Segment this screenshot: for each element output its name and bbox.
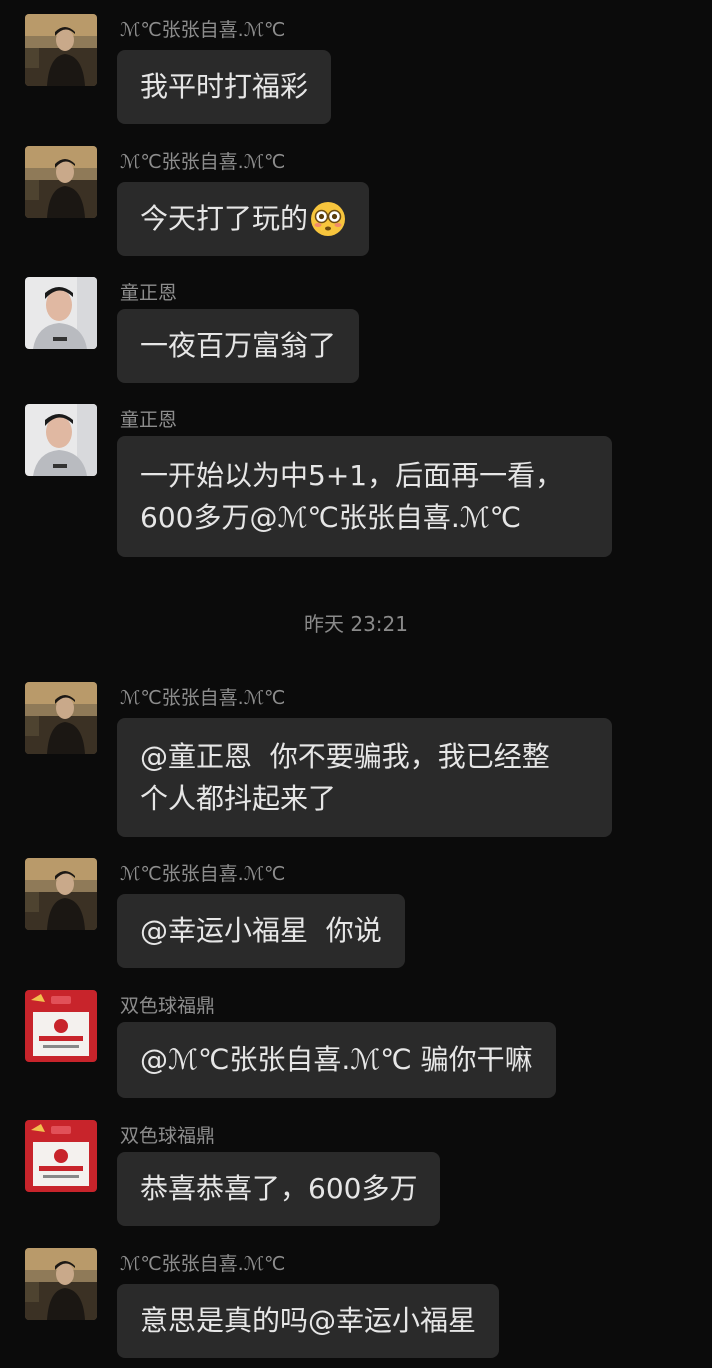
message-bubble[interactable]: 一开始以为中5+1，后面再一看， 600多万@ℳ℃张张自喜.ℳ℃	[117, 436, 612, 557]
man-portrait-avatar	[25, 404, 97, 476]
sender-name: 童正恩	[120, 282, 178, 304]
sender-avatar[interactable]	[25, 277, 97, 349]
sender-avatar[interactable]	[25, 682, 97, 754]
sender-name: ℳ℃张张自喜.ℳ℃	[120, 863, 286, 885]
sender-avatar[interactable]	[25, 146, 97, 218]
message-bubble[interactable]: @幸运小福星 你说	[117, 894, 405, 968]
man-portrait-avatar	[25, 277, 97, 349]
flushed-face-emoji	[310, 201, 346, 237]
message-bubble[interactable]: 今天打了玩的	[117, 182, 370, 256]
sender-avatar[interactable]	[25, 1120, 97, 1192]
young-man-sunset-avatar	[25, 682, 97, 754]
sender-name: 双色球福鼎	[120, 1125, 216, 1147]
young-man-sunset-avatar	[25, 14, 97, 86]
message-text: @幸运小福星 你说	[140, 914, 382, 947]
message-bubble[interactable]: 我平时打福彩	[117, 50, 332, 124]
message-bubble[interactable]: 意思是真的吗@幸运小福星	[117, 1284, 500, 1358]
message-text: 我平时打福彩	[140, 70, 309, 103]
young-man-sunset-avatar	[25, 858, 97, 930]
message-text: @童正恩 你不要骗我，我已经整 个人都抖起来了	[140, 739, 550, 815]
sender-name: 童正恩	[120, 409, 178, 431]
young-man-sunset-avatar	[25, 1248, 97, 1320]
message-text: 恭喜恭喜了，600多万	[140, 1172, 418, 1205]
message-bubble[interactable]: 恭喜恭喜了，600多万	[117, 1152, 441, 1226]
sender-avatar[interactable]	[25, 14, 97, 86]
message-bubble[interactable]: @ℳ℃张张自喜.ℳ℃ 骗你干嘛	[117, 1022, 556, 1098]
sender-avatar[interactable]	[25, 858, 97, 930]
sender-name: ℳ℃张张自喜.ℳ℃	[120, 19, 286, 41]
sender-name: ℳ℃张张自喜.ℳ℃	[120, 687, 286, 709]
message-text: 意思是真的吗@幸运小福星	[140, 1304, 477, 1337]
sender-avatar[interactable]	[25, 990, 97, 1062]
message-text: @ℳ℃张张自喜.ℳ℃ 骗你干嘛	[140, 1043, 533, 1076]
sender-name: 双色球福鼎	[120, 995, 216, 1017]
message-bubble[interactable]: 一夜百万富翁了	[117, 309, 360, 383]
timestamp: 昨天 23:21	[304, 612, 408, 636]
message-bubble[interactable]: @童正恩 你不要骗我，我已经整 个人都抖起来了	[117, 718, 612, 837]
young-man-sunset-avatar	[25, 146, 97, 218]
message-text: 一开始以为中5+1，后面再一看， 600多万@ℳ℃张张自喜.ℳ℃	[140, 458, 564, 534]
sender-avatar[interactable]	[25, 1248, 97, 1320]
lottery-store-avatar	[25, 990, 97, 1062]
lottery-store-avatar	[25, 1120, 97, 1192]
sender-name: ℳ℃张张自喜.ℳ℃	[120, 151, 286, 173]
sender-avatar[interactable]	[25, 404, 97, 476]
message-text: 一夜百万富翁了	[140, 329, 337, 362]
sender-name: ℳ℃张张自喜.ℳ℃	[120, 1253, 286, 1275]
message-text: 今天打了玩的	[140, 202, 309, 235]
